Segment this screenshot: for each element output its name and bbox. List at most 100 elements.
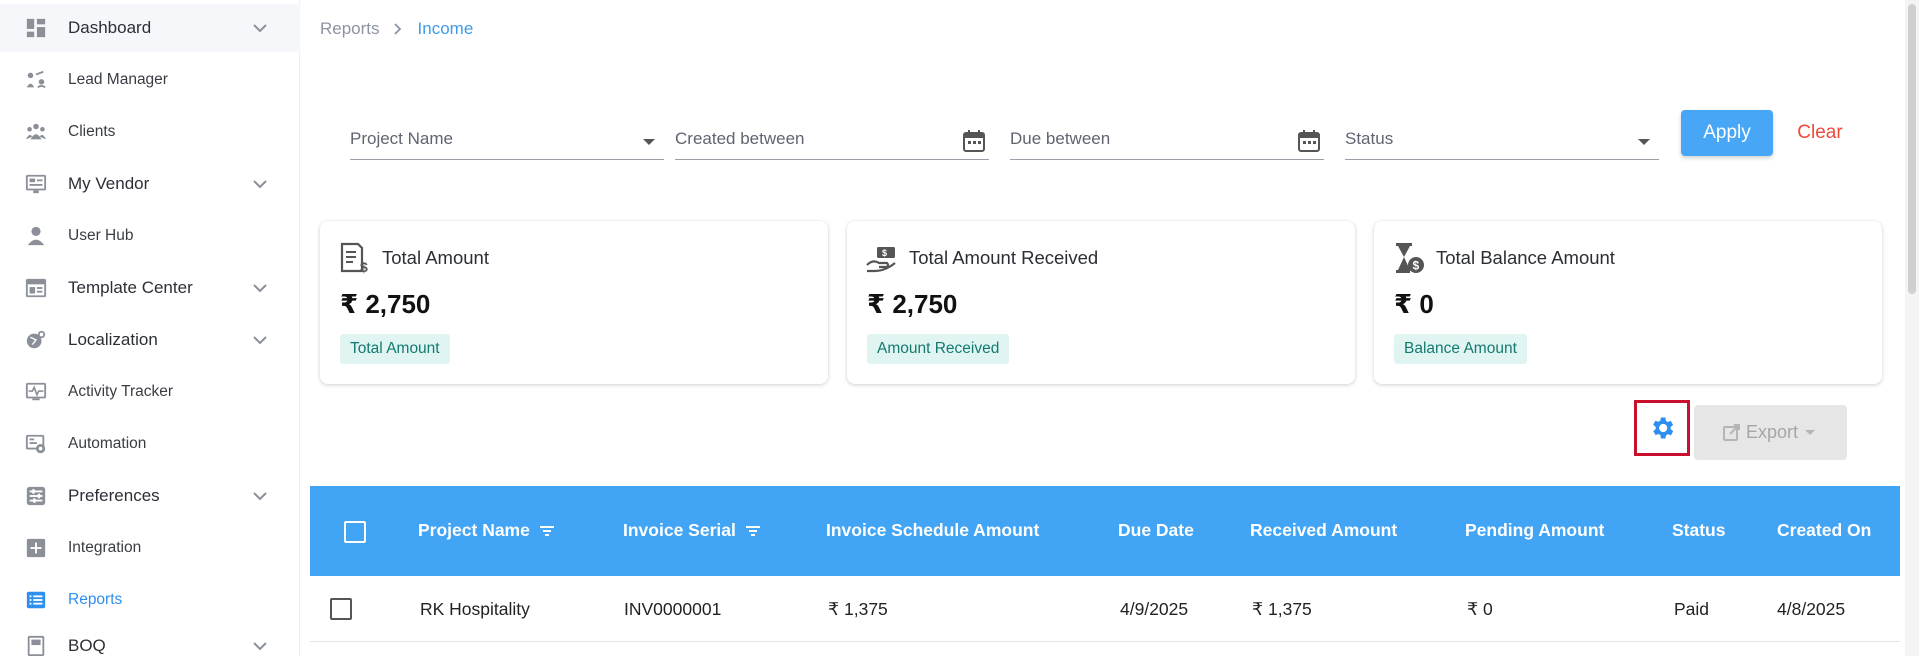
vendor-icon <box>24 172 48 196</box>
export-label: Export <box>1746 422 1799 442</box>
cell-created-on: 4/8/2025 <box>1777 599 1846 619</box>
sidebar-item-dashboard[interactable]: Dashboard <box>0 4 300 52</box>
column-header-status[interactable]: Status <box>1672 520 1725 541</box>
card-title: Total Amount Received <box>909 247 1099 268</box>
automation-icon <box>24 432 48 456</box>
column-header-project-name[interactable]: Project Name <box>418 520 554 541</box>
template-icon <box>24 276 48 300</box>
created-between-input[interactable]: Created between <box>675 122 989 160</box>
project-name-label: Project Name <box>350 129 453 148</box>
export-icon <box>1723 424 1740 441</box>
caret-down-icon <box>1638 139 1650 145</box>
sidebar: Dashboard Lead Manager Clients My Vendor… <box>0 0 300 656</box>
svg-text:$: $ <box>882 248 887 258</box>
column-header-invoice-schedule-amount[interactable]: Invoice Schedule Amount <box>826 520 1039 541</box>
boq-icon <box>24 634 48 656</box>
sort-icon[interactable] <box>539 525 554 537</box>
column-header-label: Invoice Serial <box>623 520 736 540</box>
sidebar-item-user-hub[interactable]: User Hub <box>0 212 300 260</box>
integration-icon <box>24 536 48 560</box>
sidebar-item-activity-tracker[interactable]: Activity Tracker <box>0 368 300 416</box>
cell-pending-amount: ₹ 0 <box>1467 599 1493 619</box>
breadcrumb: Reports Income <box>320 19 473 39</box>
sidebar-item-integration[interactable]: Integration <box>0 524 300 572</box>
breadcrumb-reports-link[interactable]: Reports <box>320 19 380 39</box>
column-header-pending-amount[interactable]: Pending Amount <box>1465 520 1604 541</box>
cell-invoice-serial: INV0000001 <box>624 599 722 619</box>
project-name-select[interactable]: Project Name <box>350 122 664 160</box>
total-balance-amount-card: $ Total Balance Amount ₹ 0 Balance Amoun… <box>1374 221 1882 384</box>
calendar-icon[interactable] <box>961 128 987 154</box>
sidebar-item-clients[interactable]: Clients <box>0 108 300 156</box>
chevron-down-icon <box>253 180 267 189</box>
column-header-invoice-serial[interactable]: Invoice Serial <box>623 520 760 541</box>
sidebar-item-preferences[interactable]: Preferences <box>0 472 300 520</box>
svg-text:$: $ <box>1413 259 1420 273</box>
column-header-created-on[interactable]: Created On <box>1777 520 1871 541</box>
user-icon <box>24 224 48 248</box>
sidebar-item-boq[interactable]: BOQ <box>0 622 300 656</box>
svg-text:$: $ <box>360 259 368 275</box>
card-badge: Amount Received <box>867 334 1010 364</box>
status-select[interactable]: Status <box>1345 122 1659 160</box>
calendar-icon[interactable] <box>1296 128 1322 154</box>
hourglass-dollar-icon: $ <box>1396 243 1424 273</box>
cell-status: Paid <box>1674 599 1710 619</box>
caret-down-icon <box>643 139 655 145</box>
lead-manager-icon <box>24 68 48 92</box>
apply-button[interactable]: Apply <box>1681 110 1773 156</box>
sidebar-item-template-center[interactable]: Template Center <box>0 264 300 312</box>
sidebar-item-label: Lead Manager <box>68 71 168 88</box>
card-title: Total Balance Amount <box>1436 247 1615 268</box>
scrollbar[interactable] <box>1905 0 1919 656</box>
card-value: ₹ 2,750 <box>867 289 958 319</box>
sidebar-item-automation[interactable]: Automation <box>0 420 300 468</box>
sidebar-item-label: My Vendor <box>68 174 150 193</box>
breadcrumb-current: Income <box>417 19 474 38</box>
cell-received-amount: ₹ 1,375 <box>1252 599 1312 619</box>
sidebar-item-label: Automation <box>68 435 147 452</box>
sidebar-item-label: Dashboard <box>68 18 152 37</box>
sidebar-item-label: Activity Tracker <box>68 383 174 400</box>
sidebar-item-lead-manager[interactable]: Lead Manager <box>0 56 300 104</box>
due-between-label: Due between <box>1010 129 1111 148</box>
hand-money-icon: $ <box>866 247 896 273</box>
cell-due-date: 4/9/2025 <box>1120 599 1189 619</box>
due-between-input[interactable]: Due between <box>1010 122 1324 160</box>
sidebar-item-my-vendor[interactable]: My Vendor <box>0 160 300 208</box>
column-header-label: Project Name <box>418 520 530 540</box>
table-row[interactable]: RK Hospitality INV0000001 ₹ 1,375 4/9/20… <box>310 576 1900 642</box>
sidebar-item-label: Clients <box>68 123 116 140</box>
status-label: Status <box>1345 129 1394 148</box>
sort-icon[interactable] <box>745 525 760 537</box>
export-button[interactable]: Export <box>1694 405 1847 460</box>
column-header-received-amount[interactable]: Received Amount <box>1250 520 1397 541</box>
chevron-right-icon <box>393 23 401 35</box>
chevron-down-icon <box>253 642 267 651</box>
card-value: ₹ 2,750 <box>340 289 431 319</box>
sidebar-item-localization[interactable]: Localization <box>0 316 300 364</box>
select-all-checkbox[interactable] <box>344 521 366 543</box>
chevron-down-icon <box>253 24 267 33</box>
scrollbar-thumb[interactable] <box>1908 4 1916 294</box>
chevron-down-icon <box>253 336 267 345</box>
sidebar-item-label: Preferences <box>68 486 160 505</box>
sidebar-item-label: Localization <box>68 330 158 349</box>
sidebar-item-label: BOQ <box>68 636 106 655</box>
sidebar-item-label: Integration <box>68 539 142 556</box>
localization-icon <box>24 328 48 352</box>
created-between-label: Created between <box>675 129 805 148</box>
cell-invoice-schedule-amount: ₹ 1,375 <box>828 599 888 619</box>
chevron-down-icon <box>253 492 267 501</box>
row-checkbox[interactable] <box>330 598 352 620</box>
card-value: ₹ 0 <box>1394 289 1434 319</box>
sidebar-item-reports[interactable]: Reports <box>0 576 300 624</box>
cell-project-name[interactable]: RK Hospitality <box>420 599 530 620</box>
column-settings-button[interactable] <box>1634 400 1690 456</box>
clear-button[interactable]: Clear <box>1780 110 1860 156</box>
preferences-icon <box>24 484 48 508</box>
gear-icon <box>1653 417 1674 439</box>
column-header-due-date[interactable]: Due Date <box>1118 520 1194 541</box>
total-amount-received-card: $ Total Amount Received ₹ 2,750 Amount R… <box>847 221 1355 384</box>
caret-down-icon <box>1805 430 1815 435</box>
